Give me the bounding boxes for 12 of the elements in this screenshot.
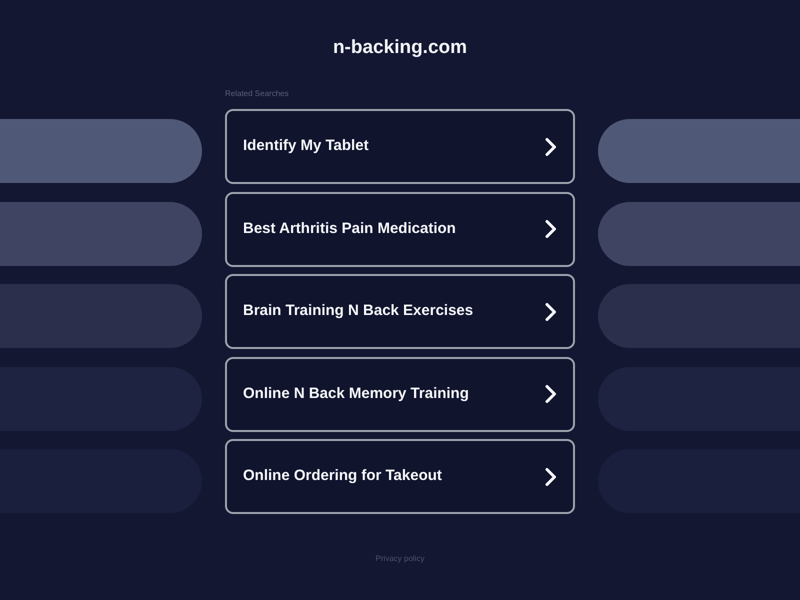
site-title: n-backing.com — [332, 37, 468, 59]
chevron-right-icon — [545, 220, 557, 238]
chevron-right-icon — [545, 138, 557, 156]
search-link[interactable]: Identify My Tablet — [225, 109, 575, 184]
search-link[interactable]: Online N Back Memory Training — [225, 356, 575, 432]
chevron-right-icon — [545, 468, 557, 486]
search-link[interactable]: Online Ordering for Takeout — [225, 439, 575, 514]
chevron-right-icon — [545, 302, 557, 320]
chevron-right-icon — [545, 385, 557, 403]
search-link[interactable]: Best Arthritis Pain Medication — [225, 192, 575, 266]
related-searches-label: Related Searches — [225, 89, 289, 99]
search-link[interactable]: Brain Training N Back Exercises — [225, 274, 575, 349]
